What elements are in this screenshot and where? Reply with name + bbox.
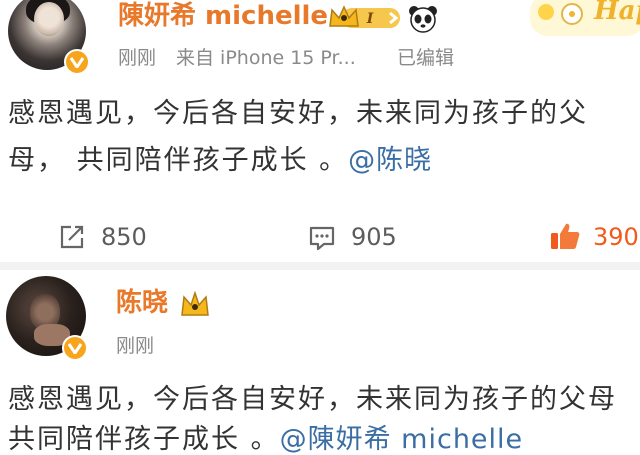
comment-count[interactable]: 905 [351,225,397,249]
author-name[interactable]: 陳妍希 michelle [118,3,328,29]
post-text-line: 感恩遇见，今后各自安好，未来同为孩子的父 [8,98,588,129]
post-source: 来自 iPhone 15 Pr... [176,47,356,69]
post-text-line: 共同陪伴孩子成长 。@陳妍希 michelle [8,426,523,453]
post-text-line: 母， 共同陪伴孩子成长 。@陈晓 [8,147,432,174]
comment-icon[interactable] [308,224,336,252]
post-text-line: 感恩遇见，今后各自安好，未来同为孩子的父母 [8,384,617,415]
thumbs-up-icon[interactable] [549,220,581,252]
verified-v-icon [62,335,88,361]
panda-icon [408,4,438,34]
mention-link[interactable]: @陳妍希 michelle [280,424,524,455]
mention-link[interactable]: @陈晓 [348,145,432,176]
post-text-segment: 母， 共同陪伴孩子成长 。 [8,145,349,176]
share-count[interactable]: 850 [101,225,147,249]
post-divider [0,262,640,270]
post-time: 刚刚 [118,47,157,69]
sticker-text: Hap [594,0,640,26]
post-text-segment: 共同陪伴孩子成长 。 [8,424,280,455]
like-count[interactable]: 390 [593,225,639,249]
edited-label[interactable]: 已编辑 [397,49,454,68]
post-time: 刚刚 [116,335,155,357]
author-name[interactable]: 陈晓 [116,290,168,316]
level-badge-text: I [366,11,374,27]
crown-level-badge[interactable]: I [328,4,404,32]
share-icon[interactable] [58,223,86,251]
decoration-sticker: Hap [530,0,640,36]
crown-icon[interactable] [180,290,210,319]
verified-v-icon [64,49,90,75]
